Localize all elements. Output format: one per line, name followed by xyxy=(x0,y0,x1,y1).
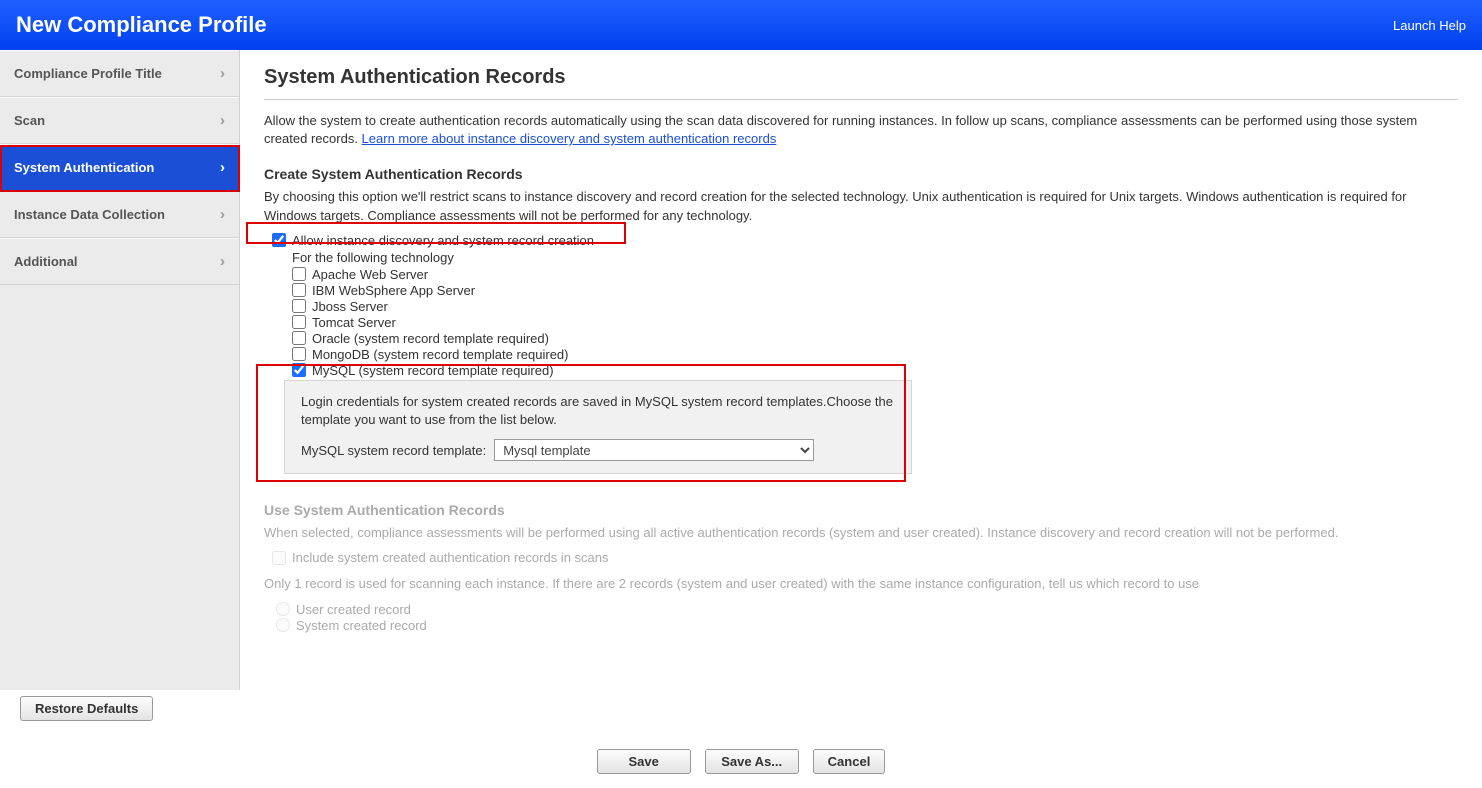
tech-label: IBM WebSphere App Server xyxy=(312,283,475,298)
radio-user-row: User created record xyxy=(276,602,1458,617)
include-system-label: Include system created authentication re… xyxy=(292,550,609,565)
tech-checkbox-websphere[interactable] xyxy=(292,283,306,297)
cancel-button[interactable]: Cancel xyxy=(813,749,886,774)
system-created-radio xyxy=(276,618,290,632)
sidebar-item-label: System Authentication xyxy=(14,160,154,175)
sidebar-item-label: Scan xyxy=(14,113,45,128)
allow-discovery-checkbox[interactable] xyxy=(272,233,286,247)
sidebar-item-compliance-profile-title[interactable]: Compliance Profile Title › xyxy=(0,50,239,97)
sidebar: Compliance Profile Title › Scan › System… xyxy=(0,50,240,690)
learn-more-link[interactable]: Learn more about instance discovery and … xyxy=(362,131,777,146)
tech-checkbox-mongodb[interactable] xyxy=(292,347,306,361)
tech-intro-label: For the following technology xyxy=(292,250,1458,265)
tech-checkbox-mysql[interactable] xyxy=(292,363,306,377)
sidebar-item-label: Additional xyxy=(14,254,78,269)
save-button[interactable]: Save xyxy=(597,749,691,774)
allow-discovery-row: Allow instance discovery and system reco… xyxy=(272,233,1458,248)
tech-label: MongoDB (system record template required… xyxy=(312,347,569,362)
template-desc: Login credentials for system created rec… xyxy=(301,393,895,429)
chevron-right-icon: › xyxy=(220,112,225,129)
tech-checkbox-apache[interactable] xyxy=(292,267,306,281)
chevron-right-icon: › xyxy=(220,65,225,82)
tech-label: Tomcat Server xyxy=(312,315,396,330)
intro-text: Allow the system to create authenticatio… xyxy=(264,112,1458,148)
save-as-button[interactable]: Save As... xyxy=(705,749,799,774)
main-content: System Authentication Records Allow the … xyxy=(240,50,1482,690)
tech-row-apache: Apache Web Server xyxy=(292,267,1458,282)
tech-row-mysql: MySQL (system record template required) xyxy=(292,363,1458,378)
mysql-template-panel: Login credentials for system created rec… xyxy=(284,380,912,474)
allow-discovery-label: Allow instance discovery and system reco… xyxy=(292,233,594,248)
template-label: MySQL system record template: xyxy=(301,443,486,458)
chevron-right-icon: › xyxy=(220,159,225,176)
sidebar-item-label: Instance Data Collection xyxy=(14,207,165,222)
sidebar-item-instance-data-collection[interactable]: Instance Data Collection › xyxy=(0,191,239,238)
chevron-right-icon: › xyxy=(220,206,225,223)
mysql-template-select[interactable]: Mysql template xyxy=(494,439,814,461)
tech-row-oracle: Oracle (system record template required) xyxy=(292,331,1458,346)
technology-list: Apache Web Server IBM WebSphere App Serv… xyxy=(292,267,1458,378)
tech-row-tomcat: Tomcat Server xyxy=(292,315,1458,330)
create-section: Create System Authentication Records By … xyxy=(264,166,1458,474)
dialog-title: New Compliance Profile xyxy=(16,12,267,38)
tech-row-jboss: Jboss Server xyxy=(292,299,1458,314)
sidebar-item-scan[interactable]: Scan › xyxy=(0,97,239,144)
user-created-radio xyxy=(276,602,290,616)
page-title: System Authentication Records xyxy=(264,66,1458,100)
sidebar-item-label: Compliance Profile Title xyxy=(14,66,162,81)
create-section-title: Create System Authentication Records xyxy=(264,166,1458,182)
include-system-row: Include system created authentication re… xyxy=(272,550,1458,565)
dialog-footer: Save Save As... Cancel xyxy=(0,735,1482,788)
tech-label: Oracle (system record template required) xyxy=(312,331,549,346)
dialog-header: New Compliance Profile Launch Help xyxy=(0,0,1482,50)
sidebar-item-system-authentication[interactable]: System Authentication › xyxy=(0,144,239,191)
chevron-right-icon: › xyxy=(220,253,225,270)
only-one-record-note: Only 1 record is used for scanning each … xyxy=(264,575,1458,593)
radio-label: User created record xyxy=(296,602,411,617)
restore-defaults-button[interactable]: Restore Defaults xyxy=(20,696,153,721)
use-section: Use System Authentication Records When s… xyxy=(264,502,1458,632)
tech-checkbox-oracle[interactable] xyxy=(292,331,306,345)
radio-label: System created record xyxy=(296,618,427,633)
tech-checkbox-jboss[interactable] xyxy=(292,299,306,313)
create-section-desc: By choosing this option we'll restrict s… xyxy=(264,188,1458,224)
tech-label: Jboss Server xyxy=(312,299,388,314)
tech-label: Apache Web Server xyxy=(312,267,428,282)
include-system-checkbox xyxy=(272,551,286,565)
sidebar-item-additional[interactable]: Additional › xyxy=(0,238,239,285)
use-section-title: Use System Authentication Records xyxy=(264,502,1458,518)
tech-row-websphere: IBM WebSphere App Server xyxy=(292,283,1458,298)
tech-row-mongodb: MongoDB (system record template required… xyxy=(292,347,1458,362)
tech-checkbox-tomcat[interactable] xyxy=(292,315,306,329)
radio-system-row: System created record xyxy=(276,618,1458,633)
tech-label: MySQL (system record template required) xyxy=(312,363,554,378)
use-section-desc: When selected, compliance assessments wi… xyxy=(264,524,1458,542)
restore-defaults-wrap: Restore Defaults xyxy=(0,690,1482,735)
launch-help-link[interactable]: Launch Help xyxy=(1393,18,1466,33)
